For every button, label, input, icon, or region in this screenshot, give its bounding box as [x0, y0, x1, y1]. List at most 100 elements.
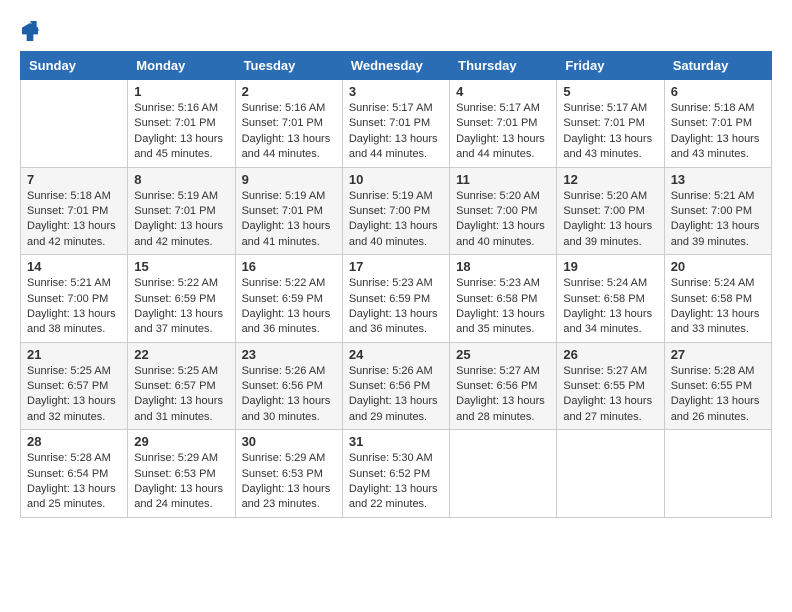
- calendar-header: SundayMondayTuesdayWednesdayThursdayFrid…: [21, 52, 772, 80]
- calendar-cell: [664, 430, 771, 518]
- cell-info: Sunrise: 5:18 AMSunset: 7:01 PMDaylight:…: [671, 101, 765, 163]
- calendar-cell: [21, 80, 128, 168]
- calendar-body: 1 Sunrise: 5:16 AMSunset: 7:01 PMDaylight…: [21, 80, 772, 518]
- calendar-cell: 9 Sunrise: 5:19 AMSunset: 7:01 PMDaylight…: [235, 167, 342, 255]
- cell-info: Sunrise: 5:23 AMSunset: 6:58 PMDaylight:…: [456, 276, 550, 338]
- calendar-table: SundayMondayTuesdayWednesdayThursdayFrid…: [20, 51, 772, 518]
- calendar-cell: 18 Sunrise: 5:23 AMSunset: 6:58 PMDayligh…: [450, 255, 557, 343]
- calendar-cell: 2 Sunrise: 5:16 AMSunset: 7:01 PMDaylight…: [235, 80, 342, 168]
- week-row-2: 14Sunrise: 5:21 AMSunset: 7:00 PMDayligh…: [21, 255, 772, 343]
- day-number: 7: [27, 172, 121, 187]
- calendar-cell: 5 Sunrise: 5:17 AMSunset: 7:01 PMDaylight…: [557, 80, 664, 168]
- cell-info: Sunrise: 5:19 AMSunset: 7:00 PMDaylight:…: [349, 189, 443, 251]
- header-wednesday: Wednesday: [342, 52, 449, 80]
- calendar-cell: 31Sunrise: 5:30 AMSunset: 6:52 PMDayligh…: [342, 430, 449, 518]
- day-number: 21: [27, 347, 121, 362]
- cell-info: Sunrise: 5:27 AMSunset: 6:55 PMDaylight:…: [563, 364, 657, 426]
- day-number: 6: [671, 84, 765, 99]
- day-number: 9: [242, 172, 336, 187]
- calendar-cell: [450, 430, 557, 518]
- day-number: 15: [134, 259, 228, 274]
- cell-info: Sunrise: 5:24 AMSunset: 6:58 PMDaylight:…: [563, 276, 657, 338]
- day-number: 29: [134, 434, 228, 449]
- cell-info: Sunrise: 5:16 AMSunset: 7:01 PMDaylight:…: [242, 101, 336, 163]
- cell-info: Sunrise: 5:27 AMSunset: 6:56 PMDaylight:…: [456, 364, 550, 426]
- calendar-cell: 28 Sunrise: 5:28 AMSunset: 6:54 PMDayligh…: [21, 430, 128, 518]
- day-number: 8: [134, 172, 228, 187]
- calendar-cell: 27 Sunrise: 5:28 AMSunset: 6:55 PMDayligh…: [664, 342, 771, 430]
- calendar-cell: 3Sunrise: 5:17 AMSunset: 7:01 PMDaylight…: [342, 80, 449, 168]
- day-number: 4: [456, 84, 550, 99]
- header-sunday: Sunday: [21, 52, 128, 80]
- day-number: 12: [563, 172, 657, 187]
- cell-info: Sunrise: 5:17 AMSunset: 7:01 PMDaylight:…: [563, 101, 657, 163]
- calendar-cell: 12 Sunrise: 5:20 AMSunset: 7:00 PMDayligh…: [557, 167, 664, 255]
- cell-info: Sunrise: 5:22 AMSunset: 6:59 PMDaylight:…: [242, 276, 336, 338]
- calendar-cell: 23 Sunrise: 5:26 AMSunset: 6:56 PMDayligh…: [235, 342, 342, 430]
- calendar-cell: 17Sunrise: 5:23 AMSunset: 6:59 PMDayligh…: [342, 255, 449, 343]
- calendar-cell: 29Sunrise: 5:29 AMSunset: 6:53 PMDayligh…: [128, 430, 235, 518]
- cell-info: Sunrise: 5:28 AMSunset: 6:54 PMDaylight:…: [27, 451, 121, 513]
- calendar-cell: 13Sunrise: 5:21 AMSunset: 7:00 PMDayligh…: [664, 167, 771, 255]
- cell-info: Sunrise: 5:16 AMSunset: 7:01 PMDaylight:…: [134, 101, 228, 163]
- day-number: 5: [563, 84, 657, 99]
- calendar-cell: 11 Sunrise: 5:20 AMSunset: 7:00 PMDayligh…: [450, 167, 557, 255]
- cell-info: Sunrise: 5:25 AMSunset: 6:57 PMDaylight:…: [134, 364, 228, 426]
- cell-info: Sunrise: 5:30 AMSunset: 6:52 PMDaylight:…: [349, 451, 443, 513]
- day-number: 28: [27, 434, 121, 449]
- header-friday: Friday: [557, 52, 664, 80]
- calendar-cell: 7 Sunrise: 5:18 AMSunset: 7:01 PMDaylight…: [21, 167, 128, 255]
- calendar-cell: 10Sunrise: 5:19 AMSunset: 7:00 PMDayligh…: [342, 167, 449, 255]
- calendar-cell: 21 Sunrise: 5:25 AMSunset: 6:57 PMDayligh…: [21, 342, 128, 430]
- day-number: 2: [242, 84, 336, 99]
- cell-info: Sunrise: 5:28 AMSunset: 6:55 PMDaylight:…: [671, 364, 765, 426]
- day-number: 14: [27, 259, 121, 274]
- cell-info: Sunrise: 5:18 AMSunset: 7:01 PMDaylight:…: [27, 189, 121, 251]
- calendar-cell: 25Sunrise: 5:27 AMSunset: 6:56 PMDayligh…: [450, 342, 557, 430]
- day-number: 19: [563, 259, 657, 274]
- calendar-cell: 30 Sunrise: 5:29 AMSunset: 6:53 PMDayligh…: [235, 430, 342, 518]
- cell-info: Sunrise: 5:26 AMSunset: 6:56 PMDaylight:…: [349, 364, 443, 426]
- day-number: 13: [671, 172, 765, 187]
- header-saturday: Saturday: [664, 52, 771, 80]
- week-row-0: 1 Sunrise: 5:16 AMSunset: 7:01 PMDaylight…: [21, 80, 772, 168]
- calendar-cell: 19 Sunrise: 5:24 AMSunset: 6:58 PMDayligh…: [557, 255, 664, 343]
- day-number: 20: [671, 259, 765, 274]
- day-number: 16: [242, 259, 336, 274]
- calendar-cell: 20 Sunrise: 5:24 AMSunset: 6:58 PMDayligh…: [664, 255, 771, 343]
- day-number: 1: [134, 84, 228, 99]
- day-number: 30: [242, 434, 336, 449]
- cell-info: Sunrise: 5:22 AMSunset: 6:59 PMDaylight:…: [134, 276, 228, 338]
- week-row-1: 7 Sunrise: 5:18 AMSunset: 7:01 PMDaylight…: [21, 167, 772, 255]
- cell-info: Sunrise: 5:26 AMSunset: 6:56 PMDaylight:…: [242, 364, 336, 426]
- calendar-cell: 14Sunrise: 5:21 AMSunset: 7:00 PMDayligh…: [21, 255, 128, 343]
- header-row: SundayMondayTuesdayWednesdayThursdayFrid…: [21, 52, 772, 80]
- calendar-cell: 26 Sunrise: 5:27 AMSunset: 6:55 PMDayligh…: [557, 342, 664, 430]
- cell-info: Sunrise: 5:25 AMSunset: 6:57 PMDaylight:…: [27, 364, 121, 426]
- calendar-cell: 6 Sunrise: 5:18 AMSunset: 7:01 PMDaylight…: [664, 80, 771, 168]
- page-header: [20, 20, 772, 41]
- calendar-cell: 4 Sunrise: 5:17 AMSunset: 7:01 PMDaylight…: [450, 80, 557, 168]
- day-number: 17: [349, 259, 443, 274]
- cell-info: Sunrise: 5:19 AMSunset: 7:01 PMDaylight:…: [242, 189, 336, 251]
- day-number: 18: [456, 259, 550, 274]
- calendar-cell: 22 Sunrise: 5:25 AMSunset: 6:57 PMDayligh…: [128, 342, 235, 430]
- header-thursday: Thursday: [450, 52, 557, 80]
- week-row-3: 21 Sunrise: 5:25 AMSunset: 6:57 PMDayligh…: [21, 342, 772, 430]
- calendar-cell: 24 Sunrise: 5:26 AMSunset: 6:56 PMDayligh…: [342, 342, 449, 430]
- logo-icon: [20, 21, 40, 41]
- cell-info: Sunrise: 5:29 AMSunset: 6:53 PMDaylight:…: [242, 451, 336, 513]
- day-number: 24: [349, 347, 443, 362]
- cell-info: Sunrise: 5:20 AMSunset: 7:00 PMDaylight:…: [456, 189, 550, 251]
- cell-info: Sunrise: 5:20 AMSunset: 7:00 PMDaylight:…: [563, 189, 657, 251]
- day-number: 26: [563, 347, 657, 362]
- cell-info: Sunrise: 5:24 AMSunset: 6:58 PMDaylight:…: [671, 276, 765, 338]
- day-number: 23: [242, 347, 336, 362]
- cell-info: Sunrise: 5:19 AMSunset: 7:01 PMDaylight:…: [134, 189, 228, 251]
- day-number: 11: [456, 172, 550, 187]
- header-monday: Monday: [128, 52, 235, 80]
- day-number: 27: [671, 347, 765, 362]
- cell-info: Sunrise: 5:17 AMSunset: 7:01 PMDaylight:…: [456, 101, 550, 163]
- logo: [20, 20, 44, 41]
- day-number: 22: [134, 347, 228, 362]
